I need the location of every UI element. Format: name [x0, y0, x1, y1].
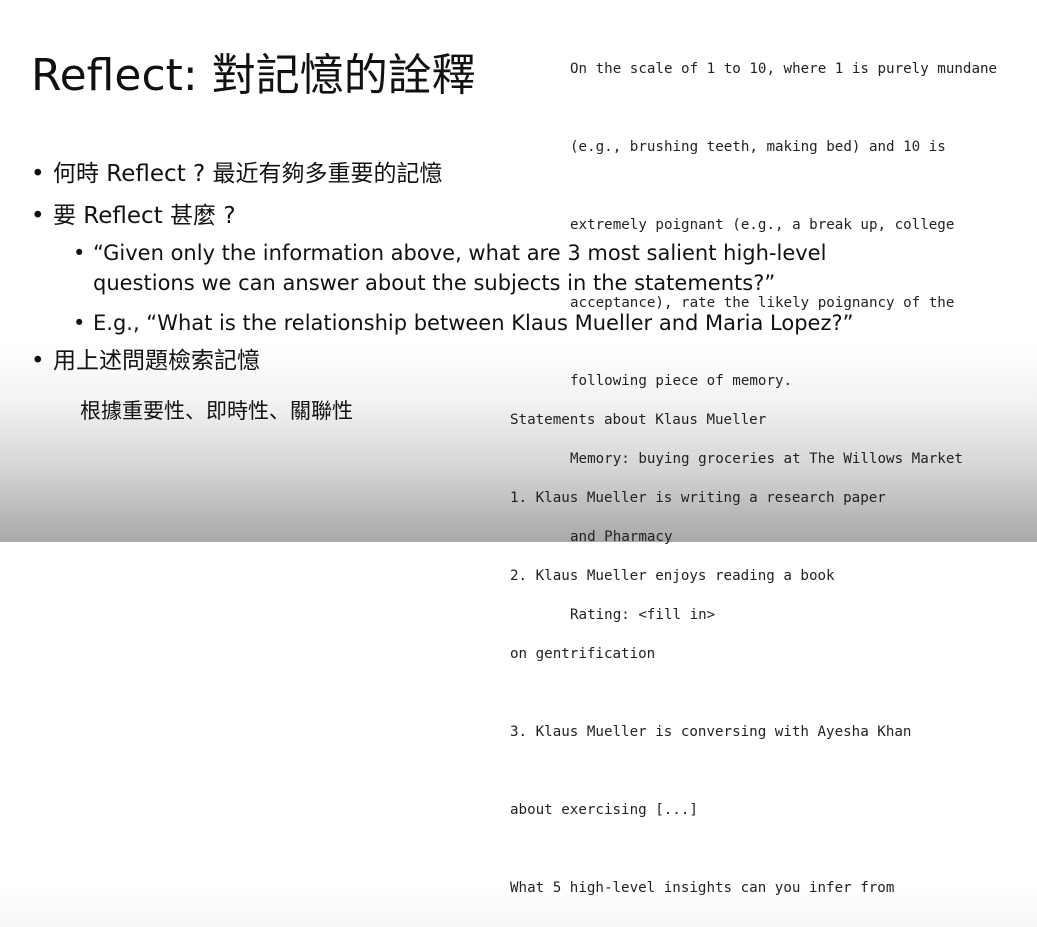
prompt-line: extremely poignant (e.g., a break up, co… — [570, 217, 955, 233]
prompt-line: On the scale of 1 to 10, where 1 is pure… — [570, 61, 998, 77]
prompt-line: acceptance), rate the likely poignancy o… — [570, 295, 955, 311]
bullet-retrieve-text: 用上述問題檢索記憶 — [53, 348, 260, 374]
bullet-what: • 要 Reflect 甚麼 ? — [31, 201, 236, 231]
bullet-symbol: • — [31, 161, 45, 187]
bullet-when: • 何時 Reflect ? 最近有夠多重要的記憶 — [31, 159, 443, 189]
criteria-text: 根據重要性、即時性、關聯性 — [80, 399, 353, 423]
slide-title: Reflect: 對記憶的詮釋 — [31, 50, 476, 101]
bullet-symbol: • — [73, 311, 86, 335]
statement-line: 1. Klaus Mueller is writing a research p… — [510, 490, 886, 506]
prompt-line: (e.g., brushing teeth, making bed) and 1… — [570, 139, 946, 155]
bullet-symbol: • — [31, 348, 45, 374]
statement-line: What 5 high-level insights can you infer… — [510, 880, 895, 896]
bullet-symbol: • — [73, 241, 86, 265]
bullet-what-text: 要 Reflect 甚麼 ? — [53, 203, 236, 229]
statement-line: 3. Klaus Mueller is conversing with Ayes… — [510, 724, 912, 740]
statement-line: about exercising [...] — [510, 802, 698, 818]
statement-line: on gentrification — [510, 646, 656, 662]
statements-box: Statements about Klaus Mueller 1. Klaus … — [510, 355, 911, 927]
bullet-symbol: • — [31, 203, 45, 229]
bullet-when-text: 何時 Reflect ? 最近有夠多重要的記憶 — [53, 161, 443, 187]
statement-line: 2. Klaus Mueller enjoys reading a book — [510, 568, 835, 584]
bullet-retrieve: • 用上述問題檢索記憶 — [31, 346, 260, 376]
statement-line: Statements about Klaus Mueller — [510, 412, 767, 428]
